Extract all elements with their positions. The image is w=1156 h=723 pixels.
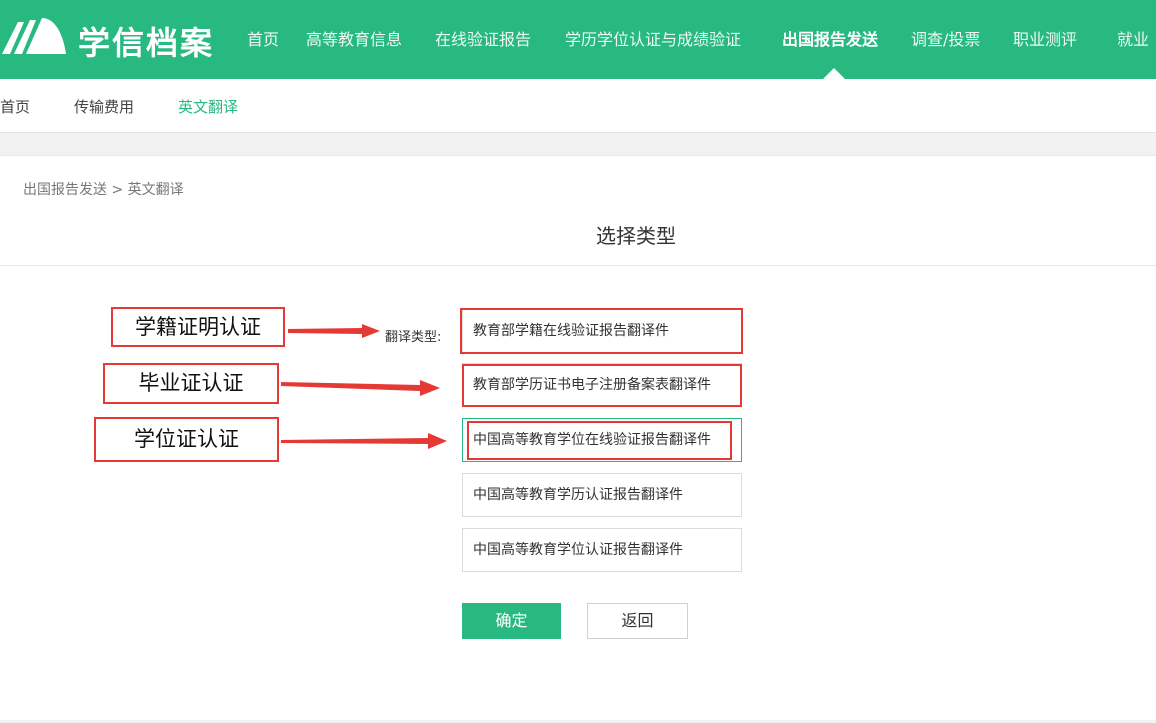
annotation-arrows [281,324,447,449]
arrow-icon [281,380,440,396]
arrow-icon [288,324,380,338]
arrow-icon [281,433,447,449]
